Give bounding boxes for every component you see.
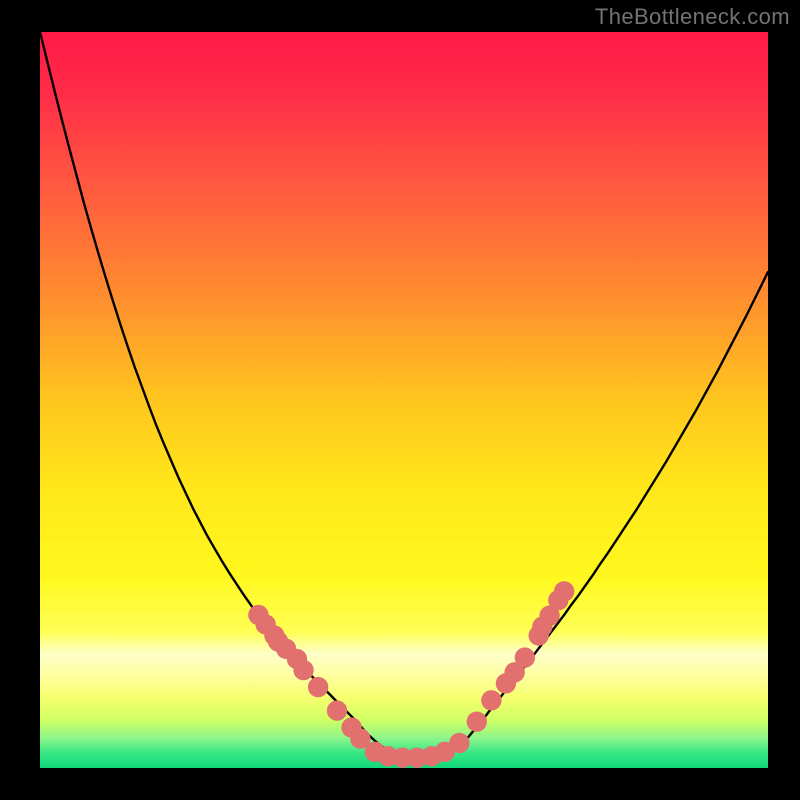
marker-dot	[293, 660, 313, 680]
watermark-text: TheBottleneck.com	[595, 4, 790, 30]
marker-dot	[308, 677, 328, 697]
marker-dot	[515, 647, 535, 667]
chart-svg	[40, 32, 768, 768]
marker-dot	[449, 733, 469, 753]
chart-stage: TheBottleneck.com	[0, 0, 800, 800]
marker-dot	[554, 581, 574, 601]
marker-dot	[481, 690, 501, 710]
plot-area	[40, 32, 768, 768]
background-rect	[40, 32, 768, 768]
marker-dot	[327, 700, 347, 720]
marker-dot	[467, 711, 487, 731]
